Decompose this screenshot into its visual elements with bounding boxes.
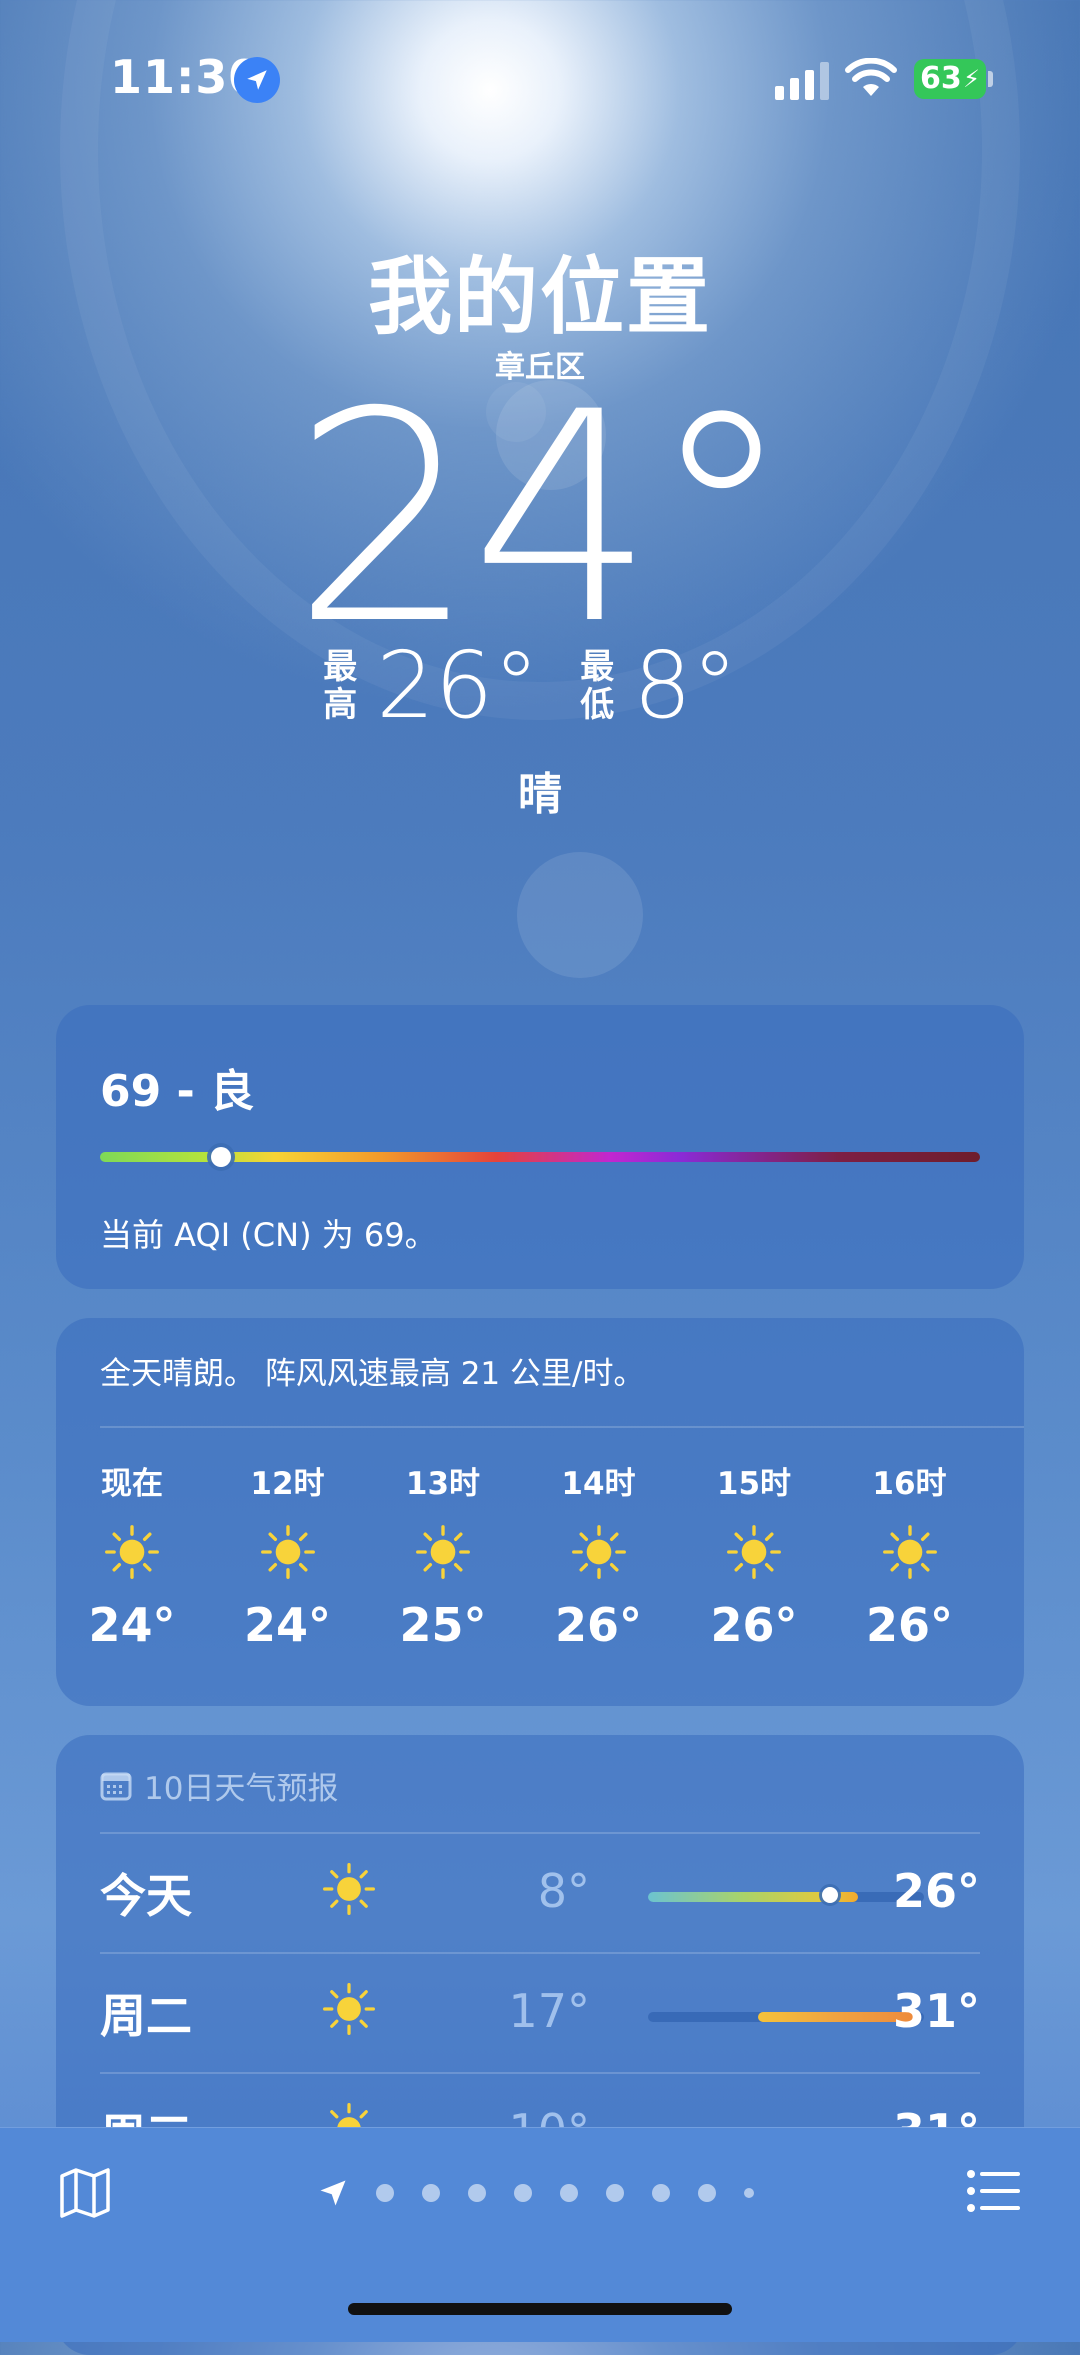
hour-temp: 26°: [554, 1598, 642, 1652]
air-quality-card[interactable]: 69 - 良 当前 AQI (CN) 为 69。: [56, 1005, 1024, 1289]
hour-temp: 24°: [88, 1598, 176, 1652]
hour-forecast-item: 12时 24°: [228, 1458, 348, 1652]
day-name: 周二: [100, 1989, 192, 2043]
weather-condition: 晴: [518, 769, 562, 820]
sun-icon: [323, 1983, 375, 2035]
hour-forecast-item: 14时 26°: [539, 1458, 659, 1652]
page-dot[interactable]: [514, 2184, 532, 2202]
hour-temp: 24°: [243, 1598, 331, 1652]
temp-range-bar: [648, 2012, 924, 2022]
battery-indicator: 63 ⚡: [914, 59, 986, 99]
sun-icon: [882, 1525, 937, 1579]
aqi-scale-bar: [100, 1152, 980, 1162]
lens-flare: [517, 852, 643, 978]
hour-label: 12时: [250, 1466, 325, 1502]
divider: [100, 2072, 980, 2074]
ten-day-header: 10日天气预报: [100, 1763, 338, 1808]
location-title: 我的位置: [367, 248, 712, 346]
page-dot[interactable]: [376, 2184, 394, 2202]
page-dot[interactable]: [744, 2188, 754, 2198]
temp-range-bar: [648, 1887, 924, 1903]
day-low-temp: 17°: [508, 1984, 590, 2038]
wifi-icon: [845, 58, 897, 96]
day-low-temp: 8°: [537, 1864, 590, 1918]
page-dot[interactable]: [468, 2184, 486, 2202]
hourly-summary: 全天晴朗。 阵风风速最高 21 公里/时。: [100, 1356, 645, 1392]
ten-day-title: 10日天气预报: [144, 1771, 339, 1807]
divider: [100, 1952, 980, 1954]
location-arrow-icon: [234, 57, 280, 103]
page-dot[interactable]: [652, 2184, 670, 2202]
hour-label: 14时: [561, 1466, 636, 1502]
high-low-temps: 最高 26° 最低 8°: [0, 640, 1080, 732]
hour-temp: 26°: [710, 1598, 798, 1652]
current-location-page-icon[interactable]: [318, 2178, 348, 2208]
hour-label: 16时: [872, 1466, 947, 1502]
home-indicator: [348, 2303, 732, 2315]
high-temp: 26°: [376, 632, 540, 739]
hour-forecast-item: 15时 26°: [694, 1458, 814, 1652]
hour-label: 15时: [716, 1466, 792, 1502]
day-forecast-row[interactable]: 周二 17° 31°: [100, 1952, 980, 2072]
aqi-marker: [211, 1147, 232, 1167]
battery-percent: 63: [920, 61, 962, 96]
day-high-temp: 31°: [892, 1984, 980, 2038]
day-high-temp: 26°: [892, 1864, 980, 1918]
aqi-description: 当前 AQI (CN) 为 69。: [100, 1216, 437, 1254]
day-forecast-row[interactable]: 今天 8° 26°: [100, 1832, 980, 1952]
sun-icon: [323, 1863, 375, 1915]
high-label: 最高: [323, 647, 358, 725]
hour-label: 13时: [405, 1466, 481, 1502]
sun-icon: [727, 1525, 781, 1579]
cellular-signal-icon: [775, 62, 829, 100]
page-dot[interactable]: [422, 2184, 440, 2202]
battery-cap: [988, 71, 993, 87]
page-indicator[interactable]: [318, 2178, 754, 2208]
sun-icon: [260, 1525, 315, 1579]
hour-temp: 26°: [865, 1598, 953, 1652]
hour-forecast-item: 现在 24°: [72, 1458, 192, 1652]
hour-forecast-item: 16时 26°: [850, 1458, 970, 1652]
list-icon[interactable]: [966, 2166, 1022, 2216]
hour-forecast-item: 13时 25°: [383, 1458, 503, 1652]
calendar-icon: [100, 1772, 132, 1800]
page-dot[interactable]: [698, 2184, 716, 2202]
divider: [100, 1832, 980, 1834]
low-label: 最低: [580, 647, 615, 725]
status-bar: 11:30 63 ⚡: [0, 0, 1080, 150]
current-temperature: 24°: [291, 351, 794, 688]
day-name: 今天: [100, 1869, 192, 1923]
page-dot[interactable]: [560, 2184, 578, 2202]
charging-bolt-icon: ⚡: [963, 65, 980, 93]
hour-temp: 25°: [399, 1598, 487, 1652]
map-icon[interactable]: [58, 2166, 112, 2220]
page-dot[interactable]: [606, 2184, 624, 2202]
sun-icon: [105, 1525, 159, 1579]
hourly-forecast-card[interactable]: 全天晴朗。 阵风风速最高 21 公里/时。 现在 24° 12时 24° 13时 25° 1…: [56, 1318, 1024, 1706]
low-temp: 8°: [633, 632, 738, 739]
hour-label: 现在: [101, 1466, 163, 1502]
sun-icon: [571, 1525, 626, 1579]
sun-icon: [416, 1525, 470, 1579]
divider: [100, 1426, 1024, 1428]
aqi-value: 69 - 良: [100, 1066, 255, 1117]
